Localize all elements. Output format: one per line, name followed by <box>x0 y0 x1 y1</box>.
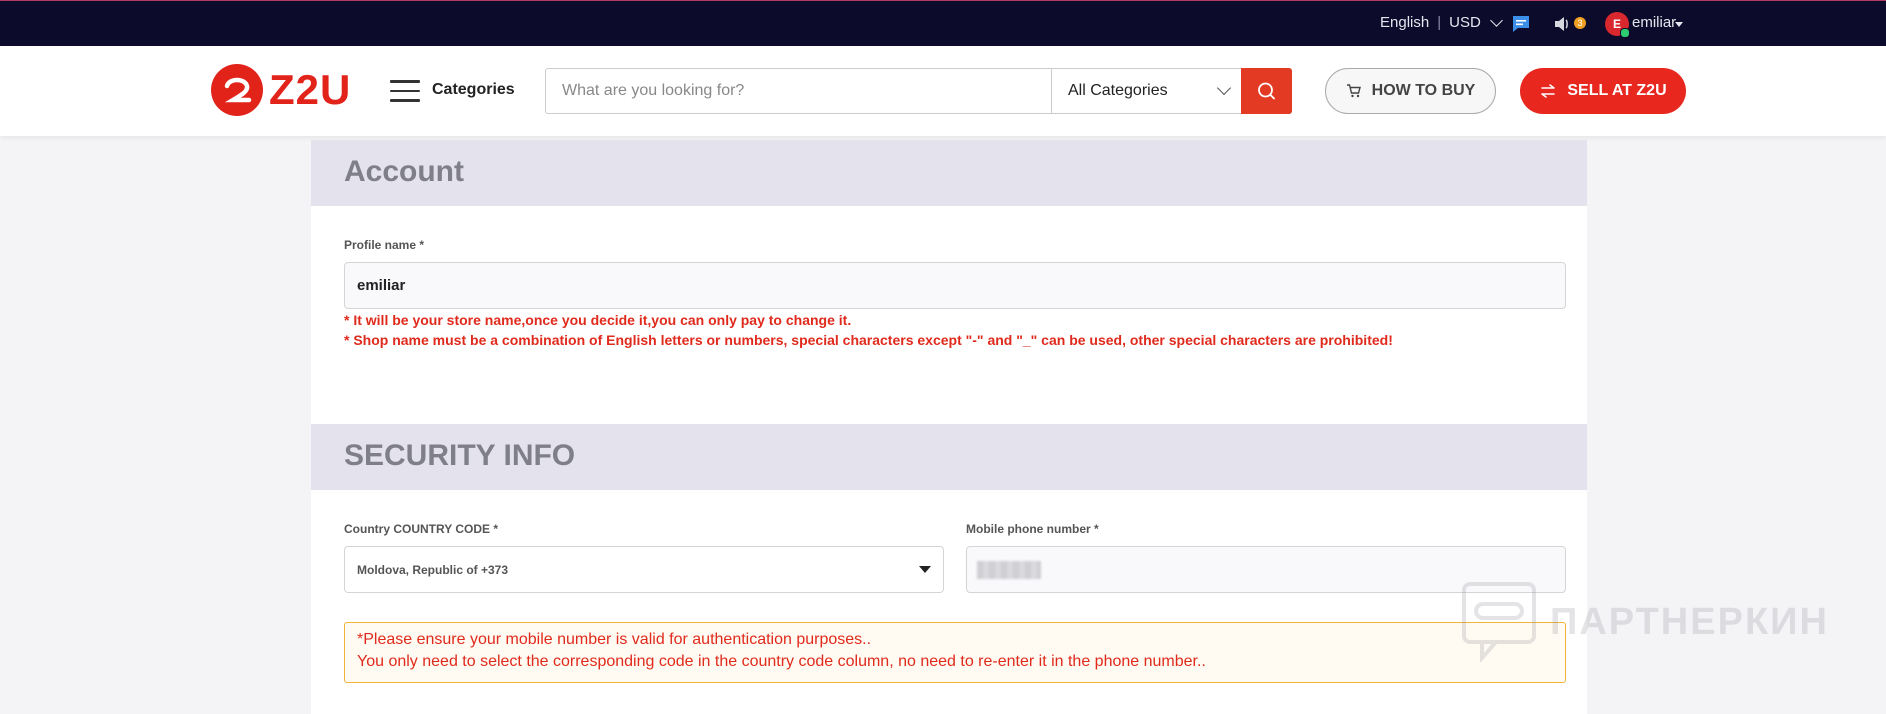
account-section-header: Account <box>311 140 1587 206</box>
search-divider <box>1051 69 1052 113</box>
watermark-text: ПАРТНЕРКИН <box>1550 600 1829 643</box>
profile-name-field[interactable]: emiliar <box>344 262 1566 309</box>
top-bar: English | USD 3 E emiliar <box>0 0 1886 46</box>
watermark-logo-icon <box>1462 582 1536 662</box>
categories-menu[interactable]: Categories <box>432 81 515 99</box>
search-button[interactable] <box>1241 68 1292 114</box>
search-bar: All Categories <box>545 68 1292 114</box>
notice-line-2: You only need to select the correspondin… <box>357 653 1206 670</box>
logo-text: Z2U <box>269 66 352 113</box>
country-code-label: Country COUNTRY CODE * <box>344 522 498 536</box>
language-currency-selector[interactable]: English | USD <box>1380 13 1503 31</box>
hamburger-menu-icon[interactable] <box>390 80 420 102</box>
shop-name-rules-warning: * Shop name must be a combination of Eng… <box>344 332 1393 348</box>
how-to-buy-label: HOW TO BUY <box>1371 82 1476 99</box>
language-label: English <box>1380 14 1430 31</box>
speaker-icon[interactable] <box>1553 14 1573 34</box>
chat-icon[interactable] <box>1511 14 1531 34</box>
separator: | <box>1437 14 1442 31</box>
username[interactable]: emiliar <box>1632 14 1676 31</box>
security-title: SECURITY INFO <box>344 439 576 472</box>
chevron-down-icon <box>1489 13 1503 27</box>
logo[interactable]: Z2U <box>211 64 351 116</box>
chevron-down-icon[interactable] <box>1216 80 1232 96</box>
required-mark: * <box>1094 522 1099 536</box>
currency-label: USD <box>1449 14 1481 31</box>
account-title: Account <box>344 155 464 188</box>
country-code-label-text: Country COUNTRY CODE <box>344 522 491 536</box>
country-code-select[interactable]: Moldova, Republic of +373 <box>344 546 944 593</box>
mobile-phone-label-text: Mobile phone number <box>966 522 1091 536</box>
watermark: ПАРТНЕРКИН <box>1462 582 1829 662</box>
profile-name-label-text: Profile name <box>344 238 417 252</box>
sell-at-z2u-button[interactable]: SELL AT Z2U <box>1520 68 1686 114</box>
caret-down-icon[interactable] <box>919 566 931 573</box>
security-section-header: SECURITY INFO <box>311 424 1587 490</box>
notice-line-1: *Please ensure your mobile number is val… <box>357 631 872 648</box>
profile-name-value: emiliar <box>357 277 406 294</box>
logo-mark-icon <box>211 64 263 116</box>
category-select[interactable]: All Categories <box>1068 82 1168 100</box>
search-input[interactable] <box>546 69 1051 113</box>
main-header: Z2U Categories All Categories HOW TO BUY… <box>0 46 1886 136</box>
required-mark: * <box>419 238 425 252</box>
exchange-icon <box>1541 84 1556 98</box>
phone-notice-box: *Please ensure your mobile number is val… <box>344 622 1566 683</box>
caret-down-icon[interactable] <box>1675 22 1683 27</box>
country-code-value: Moldova, Republic of +373 <box>357 563 509 577</box>
cart-icon <box>1346 84 1361 98</box>
redacted-phone-number <box>977 561 1041 579</box>
mobile-phone-label: Mobile phone number * <box>966 522 1099 536</box>
account-form-card: Account Profile name * emiliar * It will… <box>311 140 1587 714</box>
online-status-dot <box>1620 28 1630 38</box>
store-name-warning: * It will be your store name,once you de… <box>344 312 852 328</box>
profile-name-label: Profile name * <box>344 238 424 252</box>
required-mark: * <box>493 522 499 536</box>
notification-badge: 3 <box>1574 17 1586 29</box>
how-to-buy-button[interactable]: HOW TO BUY <box>1325 68 1496 114</box>
search-icon <box>1258 82 1275 100</box>
sell-label: SELL AT Z2U <box>1567 82 1667 99</box>
